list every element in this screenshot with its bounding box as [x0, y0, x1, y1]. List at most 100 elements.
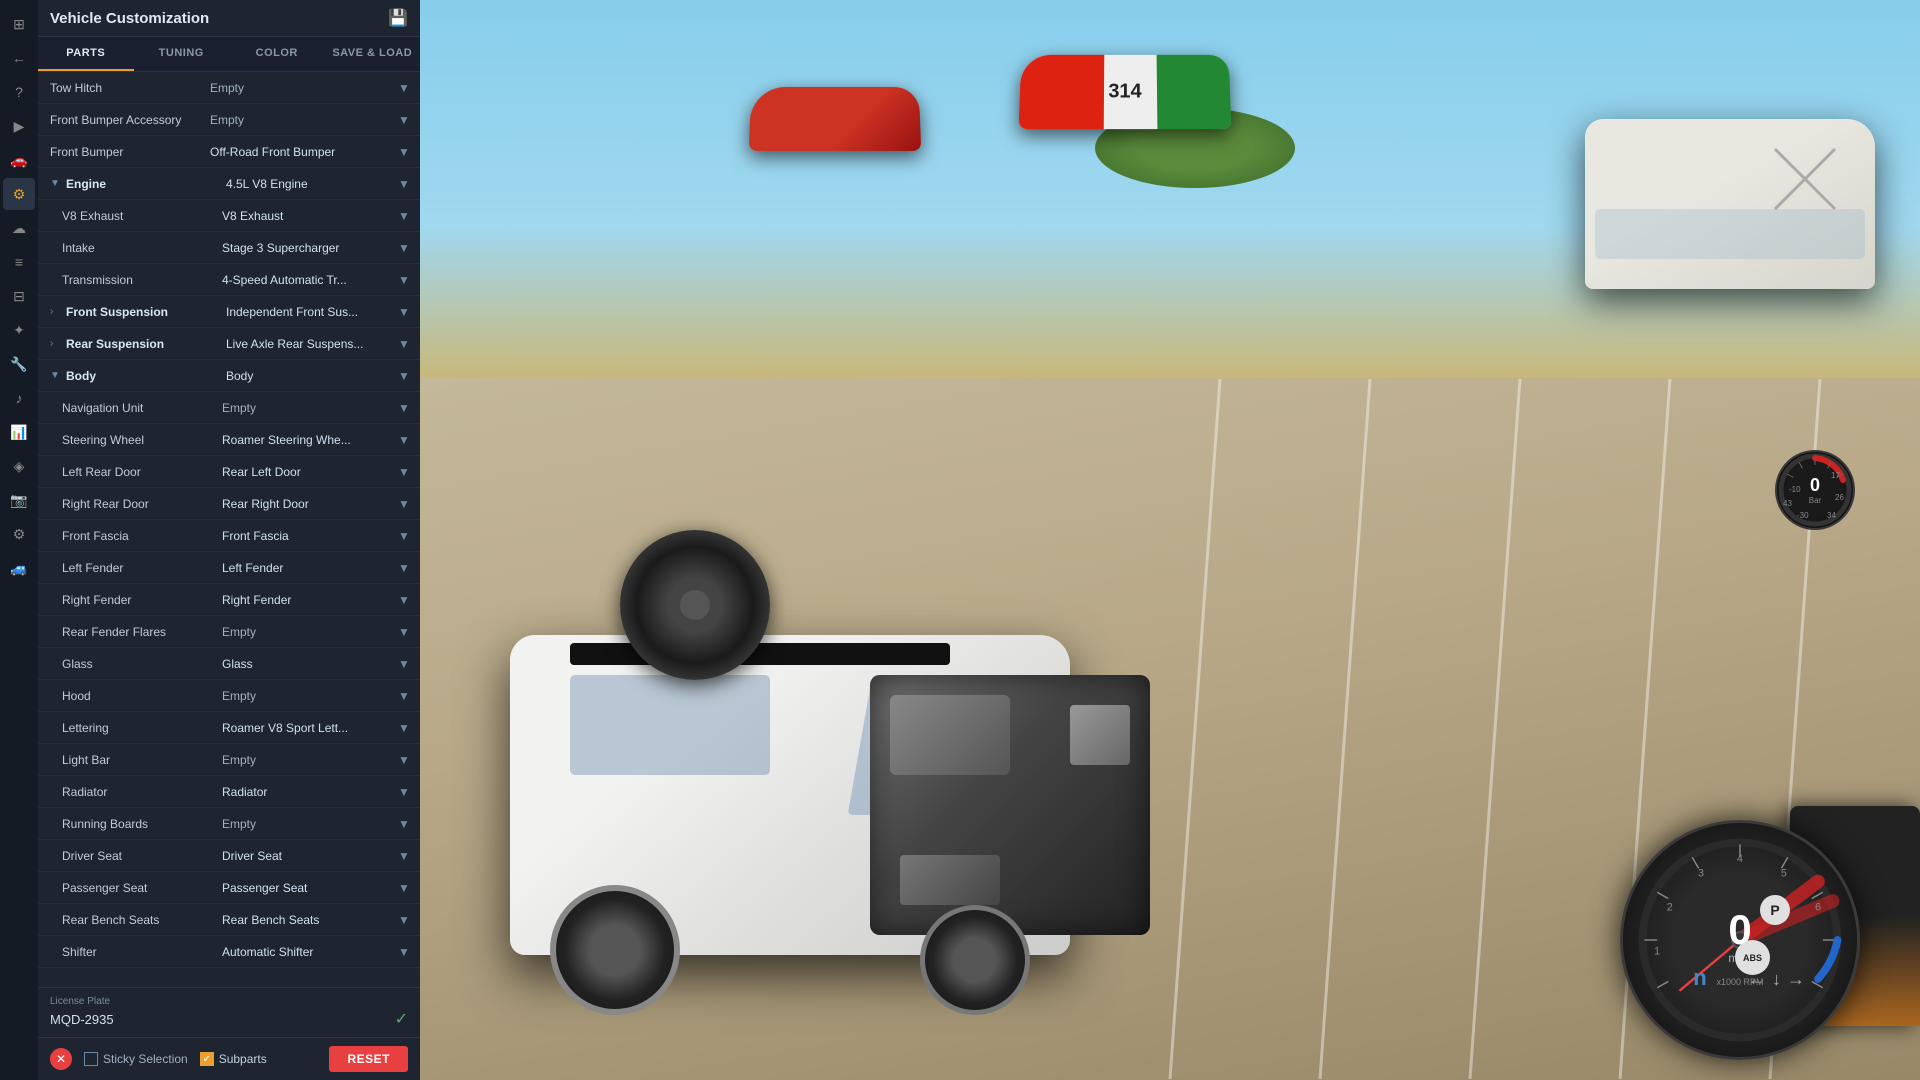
- dropdown-arrow-v8-exhaust[interactable]: ▼: [396, 208, 412, 224]
- sidebar-icon-wrench[interactable]: 🔧: [3, 348, 35, 380]
- sticky-selection-checkbox-box[interactable]: [84, 1052, 98, 1066]
- part-row-lettering[interactable]: Lettering Roamer V8 Sport Lett... ▼: [38, 712, 420, 744]
- part-row-light-bar[interactable]: Light Bar Empty ▼: [38, 744, 420, 776]
- expand-icon-engine[interactable]: ▼: [50, 178, 62, 190]
- part-name-glass: Glass: [62, 657, 222, 671]
- dropdown-arrow-rear-bench-seats[interactable]: ▼: [396, 912, 412, 928]
- tab-save-load[interactable]: SAVE & LOAD: [325, 37, 421, 71]
- part-value-lettering: Roamer V8 Sport Lett...: [222, 721, 396, 735]
- sidebar-icon-nodes[interactable]: ✦: [3, 314, 35, 346]
- subparts-checkbox[interactable]: ✓ Subparts: [200, 1052, 267, 1066]
- sticky-selection-checkbox[interactable]: Sticky Selection: [84, 1052, 188, 1066]
- dropdown-arrow-rear-suspension[interactable]: ▼: [396, 336, 412, 352]
- dropdown-arrow-engine[interactable]: ▼: [396, 176, 412, 192]
- tab-color[interactable]: COLOR: [229, 37, 325, 71]
- dropdown-arrow-driver-seat[interactable]: ▼: [396, 848, 412, 864]
- part-row-hood[interactable]: Hood Empty ▼: [38, 680, 420, 712]
- part-value-front-fascia: Front Fascia: [222, 529, 396, 543]
- sidebar-icon-list[interactable]: ≡: [3, 246, 35, 278]
- sidebar-icon-cloud[interactable]: ☁: [3, 212, 35, 244]
- part-row-front-suspension[interactable]: › Front Suspension Independent Front Sus…: [38, 296, 420, 328]
- part-row-glass[interactable]: Glass Glass ▼: [38, 648, 420, 680]
- dropdown-arrow-front-bumper-accessory[interactable]: ▼: [396, 112, 412, 128]
- dropdown-arrow-lettering[interactable]: ▼: [396, 720, 412, 736]
- part-row-tow-hitch[interactable]: Tow Hitch Empty ▼: [38, 72, 420, 104]
- sidebar-icon-camera[interactable]: 📷: [3, 484, 35, 516]
- dropdown-arrow-steering-wheel[interactable]: ▼: [396, 432, 412, 448]
- part-row-rear-fender-flares[interactable]: Rear Fender Flares Empty ▼: [38, 616, 420, 648]
- subparts-label: Subparts: [219, 1052, 267, 1066]
- sidebar-icon-vehicle[interactable]: 🚙: [3, 552, 35, 584]
- expand-icon-body[interactable]: ▼: [50, 370, 62, 382]
- part-value-radiator: Radiator: [222, 785, 396, 799]
- part-row-front-bumper[interactable]: Front Bumper Off-Road Front Bumper ▼: [38, 136, 420, 168]
- part-row-radiator[interactable]: Radiator Radiator ▼: [38, 776, 420, 808]
- part-row-rear-bench-seats[interactable]: Rear Bench Seats Rear Bench Seats ▼: [38, 904, 420, 936]
- part-row-right-rear-door[interactable]: Right Rear Door Rear Right Door ▼: [38, 488, 420, 520]
- license-plate-input[interactable]: [50, 1012, 200, 1027]
- dropdown-arrow-passenger-seat[interactable]: ▼: [396, 880, 412, 896]
- sidebar-icon-volume[interactable]: ♪: [3, 382, 35, 414]
- part-row-driver-seat[interactable]: Driver Seat Driver Seat ▼: [38, 840, 420, 872]
- part-row-left-fender[interactable]: Left Fender Left Fender ▼: [38, 552, 420, 584]
- dropdown-arrow-shifter[interactable]: ▼: [396, 944, 412, 960]
- sidebar-icon-play[interactable]: ▶: [3, 110, 35, 142]
- expand-icon-front-suspension[interactable]: ›: [50, 306, 62, 318]
- dropdown-arrow-left-rear-door[interactable]: ▼: [396, 464, 412, 480]
- sidebar-icon-chart[interactable]: 📊: [3, 416, 35, 448]
- dropdown-arrow-front-suspension[interactable]: ▼: [396, 304, 412, 320]
- part-row-left-rear-door[interactable]: Left Rear Door Rear Left Door ▼: [38, 456, 420, 488]
- sidebar-icon-back[interactable]: ←: [3, 42, 35, 74]
- sidebar-icon-home[interactable]: ⊞: [3, 8, 35, 40]
- dropdown-arrow-left-fender[interactable]: ▼: [396, 560, 412, 576]
- part-value-right-rear-door: Rear Right Door: [222, 497, 396, 511]
- part-row-front-bumper-accessory[interactable]: Front Bumper Accessory Empty ▼: [38, 104, 420, 136]
- parking-indicator: P: [1760, 895, 1790, 925]
- part-row-v8-exhaust[interactable]: V8 Exhaust V8 Exhaust ▼: [38, 200, 420, 232]
- sidebar-icon-car[interactable]: 🚗: [3, 144, 35, 176]
- dropdown-arrow-radiator[interactable]: ▼: [396, 784, 412, 800]
- tab-bar: PARTS TUNING COLOR SAVE & LOAD: [38, 37, 420, 72]
- dropdown-arrow-running-boards[interactable]: ▼: [396, 816, 412, 832]
- dropdown-arrow-intake[interactable]: ▼: [396, 240, 412, 256]
- expand-icon-rear-suspension[interactable]: ›: [50, 338, 62, 350]
- dropdown-arrow-front-bumper[interactable]: ▼: [396, 144, 412, 160]
- reset-button[interactable]: RESET: [329, 1046, 408, 1072]
- part-row-engine[interactable]: ▼ Engine 4.5L V8 Engine ▼: [38, 168, 420, 200]
- dropdown-arrow-rear-fender-flares[interactable]: ▼: [396, 624, 412, 640]
- dropdown-arrow-tow-hitch[interactable]: ▼: [396, 80, 412, 96]
- part-row-intake[interactable]: Intake Stage 3 Supercharger ▼: [38, 232, 420, 264]
- part-row-right-fender[interactable]: Right Fender Right Fender ▼: [38, 584, 420, 616]
- sidebar-icon-cog[interactable]: ⚙: [3, 518, 35, 550]
- sidebar-icon-sliders[interactable]: ⊟: [3, 280, 35, 312]
- part-row-steering-wheel[interactable]: Steering Wheel Roamer Steering Whe... ▼: [38, 424, 420, 456]
- dropdown-arrow-right-rear-door[interactable]: ▼: [396, 496, 412, 512]
- subparts-checkbox-box[interactable]: ✓: [200, 1052, 214, 1066]
- sidebar-icon-map[interactable]: ◈: [3, 450, 35, 482]
- part-row-transmission[interactable]: Transmission 4-Speed Automatic Tr... ▼: [38, 264, 420, 296]
- tab-parts[interactable]: PARTS: [38, 37, 134, 71]
- dropdown-arrow-front-fascia[interactable]: ▼: [396, 528, 412, 544]
- part-row-running-boards[interactable]: Running Boards Empty ▼: [38, 808, 420, 840]
- part-row-navigation-unit[interactable]: Navigation Unit Empty ▼: [38, 392, 420, 424]
- dropdown-arrow-transmission[interactable]: ▼: [396, 272, 412, 288]
- close-button[interactable]: ✕: [50, 1048, 72, 1070]
- part-row-front-fascia[interactable]: Front Fascia Front Fascia ▼: [38, 520, 420, 552]
- sidebar-icon-settings[interactable]: ⚙: [3, 178, 35, 210]
- sidebar-icon-help[interactable]: ?: [3, 76, 35, 108]
- dropdown-arrow-hood[interactable]: ▼: [396, 688, 412, 704]
- part-row-body[interactable]: ▼ Body Body ▼: [38, 360, 420, 392]
- part-name-left-rear-door: Left Rear Door: [62, 465, 222, 479]
- save-icon[interactable]: 💾: [388, 8, 408, 28]
- dropdown-arrow-light-bar[interactable]: ▼: [396, 752, 412, 768]
- part-row-shifter[interactable]: Shifter Automatic Shifter ▼: [38, 936, 420, 968]
- part-value-driver-seat: Driver Seat: [222, 849, 396, 863]
- part-row-passenger-seat[interactable]: Passenger Seat Passenger Seat ▼: [38, 872, 420, 904]
- part-row-rear-suspension[interactable]: › Rear Suspension Live Axle Rear Suspens…: [38, 328, 420, 360]
- dropdown-arrow-glass[interactable]: ▼: [396, 656, 412, 672]
- confirm-license-icon[interactable]: ✓: [395, 1009, 408, 1029]
- dropdown-arrow-body[interactable]: ▼: [396, 368, 412, 384]
- dropdown-arrow-navigation-unit[interactable]: ▼: [396, 400, 412, 416]
- tab-tuning[interactable]: TUNING: [134, 37, 230, 71]
- dropdown-arrow-right-fender[interactable]: ▼: [396, 592, 412, 608]
